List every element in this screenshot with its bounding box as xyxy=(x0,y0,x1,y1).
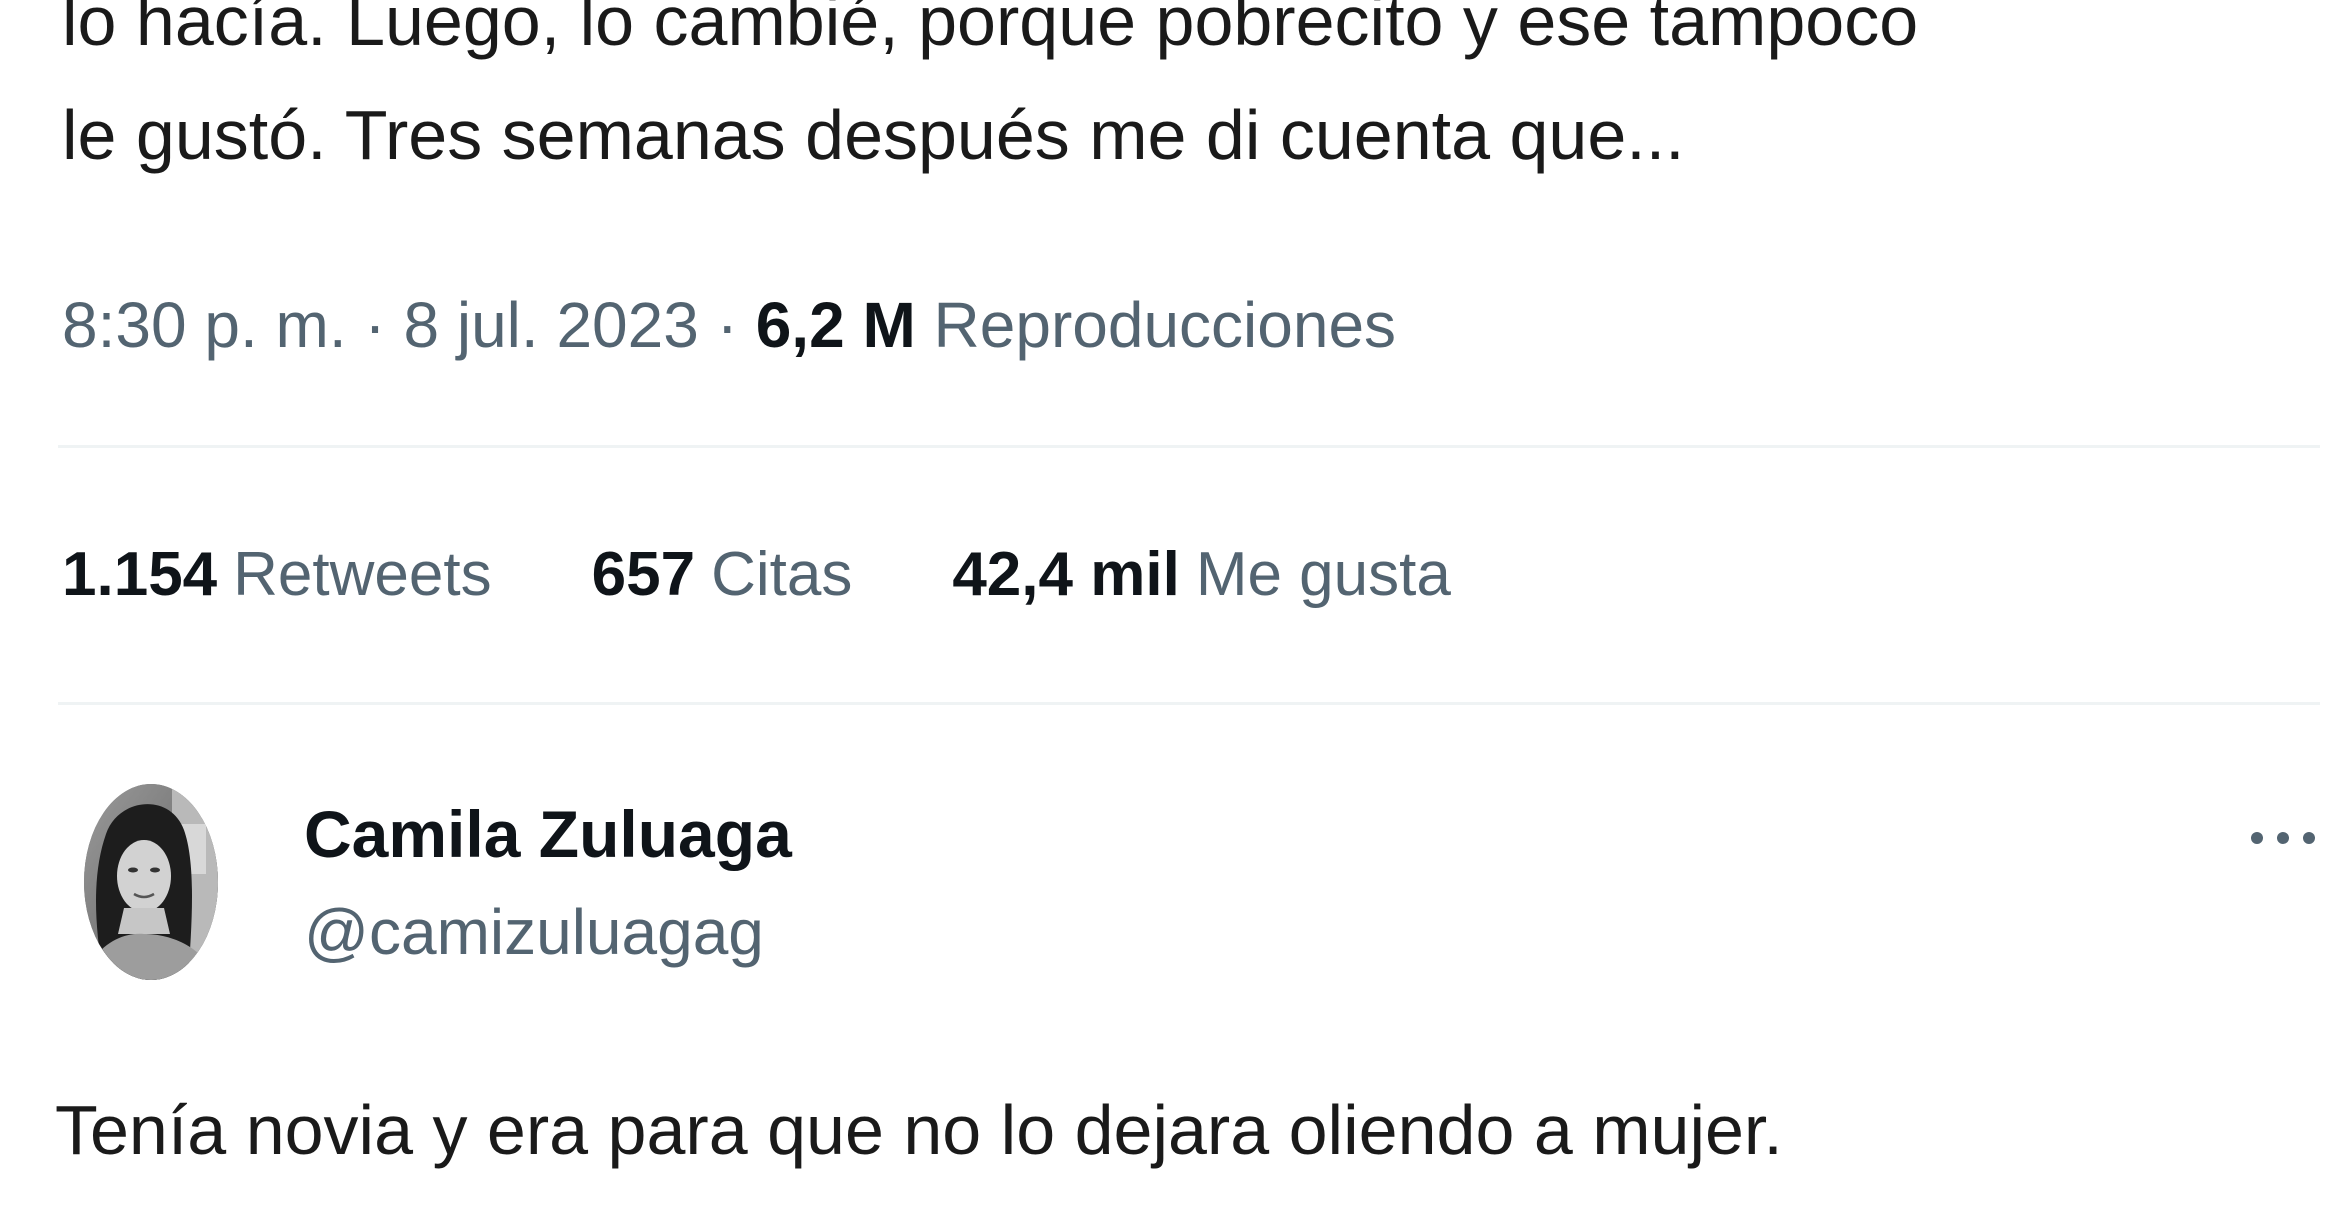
views-label: Reproducciones xyxy=(933,289,1397,361)
author-handle[interactable]: @camizuluagag xyxy=(304,896,764,968)
tweet-time[interactable]: 8:30 p. m. xyxy=(62,289,347,361)
profile-photo xyxy=(84,784,218,980)
divider xyxy=(58,702,2320,705)
tweet-text-line-1: lo hacía. Luego, lo cambié, porque pobre… xyxy=(62,0,1919,60)
quotes-label: Citas xyxy=(711,540,853,609)
views-count: 6,2 M xyxy=(755,289,916,361)
meta-separator: · xyxy=(346,289,404,361)
retweets-stat-link[interactable]: 1.154 Retweets xyxy=(62,540,492,610)
likes-stat-link[interactable]: 42,4 mil Me gusta xyxy=(952,540,1451,610)
quotes-stat-link[interactable]: 657 Citas xyxy=(592,540,853,610)
meta-separator: · xyxy=(698,289,756,361)
reply-text: Tenía novia y era para que no lo dejara … xyxy=(55,1091,1783,1169)
avatar[interactable] xyxy=(84,784,218,980)
retweets-count: 1.154 xyxy=(62,540,218,609)
author-name[interactable]: Camila Zuluaga xyxy=(304,798,792,870)
likes-count: 42,4 mil xyxy=(952,540,1180,609)
retweets-label: Retweets xyxy=(233,540,492,609)
tweet-text-line-2: le gustó. Tres semanas después me di cue… xyxy=(62,96,1685,174)
more-options-icon xyxy=(2251,832,2315,844)
more-options-button[interactable] xyxy=(2238,808,2328,868)
divider xyxy=(58,445,2320,448)
quotes-count: 657 xyxy=(591,540,696,609)
likes-label: Me gusta xyxy=(1195,540,1451,609)
tweet-date[interactable]: 8 jul. 2023 xyxy=(403,289,698,361)
tweet-meta: 8:30 p. m. · 8 jul. 2023 · 6,2 M Reprodu… xyxy=(62,290,1396,360)
tweet-stats: 1.154 Retweets 657 Citas 42,4 mil Me gus… xyxy=(62,540,1451,610)
